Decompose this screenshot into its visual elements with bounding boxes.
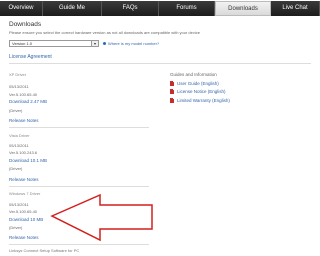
arrow-icon [50,193,153,242]
annotation-arrow [50,193,153,242]
